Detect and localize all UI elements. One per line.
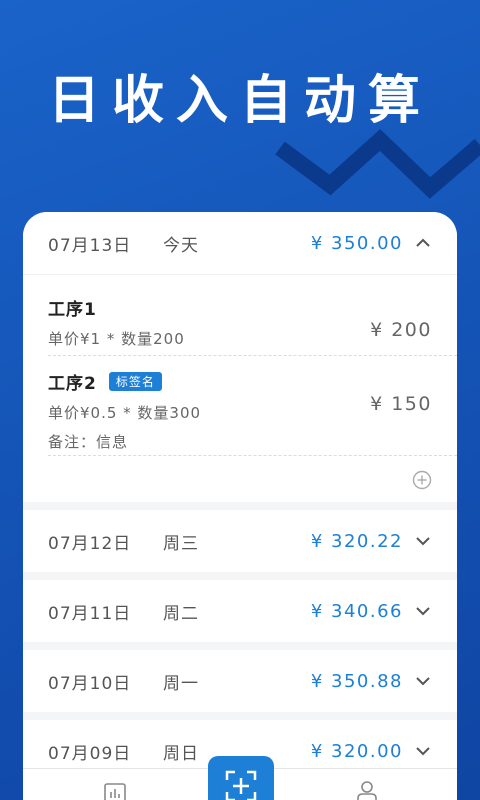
item-total: ¥ 200 — [370, 319, 432, 341]
day-date: 07月09日 — [48, 743, 132, 764]
day-header-expanded[interactable]: 07月13日 今天 ¥ 350.00 — [23, 212, 457, 274]
tag-badge: 标签名 — [108, 372, 162, 391]
item-total: ¥ 150 — [370, 393, 432, 415]
list-item[interactable]: 工序1 单价¥1 * 数量200 ¥ 200 — [48, 295, 432, 349]
chevron-down-icon[interactable] — [415, 743, 431, 759]
day-weekday: 今天 — [163, 235, 199, 256]
day-weekday: 周二 — [163, 603, 199, 624]
scan-add-icon — [225, 770, 257, 800]
day-amount: ¥ 320.22 — [310, 530, 403, 552]
day-amount: ¥ 340.66 — [310, 600, 403, 622]
list-item[interactable]: 工序2 标签名 单价¥0.5 * 数量300 备注：信息 ¥ 150 — [48, 369, 432, 452]
user-icon[interactable] — [355, 779, 379, 800]
headline: 日收入自动算 — [47, 71, 432, 131]
divider — [48, 455, 457, 456]
chevron-down-icon[interactable] — [415, 533, 431, 549]
item-title-text: 工序2 — [48, 374, 97, 394]
chevron-down-icon[interactable] — [415, 673, 431, 689]
day-weekday: 周日 — [163, 743, 199, 764]
item-title: 工序2 标签名 — [48, 369, 432, 394]
day-date: 07月12日 — [48, 533, 132, 554]
income-card: 07月13日 今天 ¥ 350.00 工序1 单价¥1 * 数量200 ¥ 20… — [23, 212, 457, 800]
day-weekday: 周三 — [163, 533, 199, 554]
day-detail: 工序1 单价¥1 * 数量200 ¥ 200 工序2 标签名 单价¥0.5 * … — [23, 274, 457, 502]
day-date: 07月13日 — [48, 235, 132, 256]
plus-circle-icon[interactable] — [412, 470, 432, 490]
day-date: 07月11日 — [48, 603, 132, 624]
divider — [48, 355, 457, 356]
day-amount: ¥ 350.00 — [310, 232, 403, 254]
day-amount: ¥ 350.88 — [310, 670, 403, 692]
day-header[interactable]: 07月12日 周三 ¥ 320.22 — [23, 510, 457, 572]
item-note: 备注：信息 — [48, 433, 129, 451]
scan-add-button[interactable] — [208, 756, 274, 800]
chevron-up-icon[interactable] — [415, 235, 431, 251]
bar-chart-icon[interactable] — [103, 781, 127, 800]
item-title: 工序1 — [48, 300, 97, 320]
day-header[interactable]: 07月11日 周二 ¥ 340.66 — [23, 580, 457, 642]
day-weekday: 周一 — [163, 673, 199, 694]
day-amount: ¥ 320.00 — [310, 740, 403, 762]
day-date: 07月10日 — [48, 673, 132, 694]
day-header[interactable]: 07月10日 周一 ¥ 350.88 — [23, 650, 457, 712]
chevron-down-icon[interactable] — [415, 603, 431, 619]
